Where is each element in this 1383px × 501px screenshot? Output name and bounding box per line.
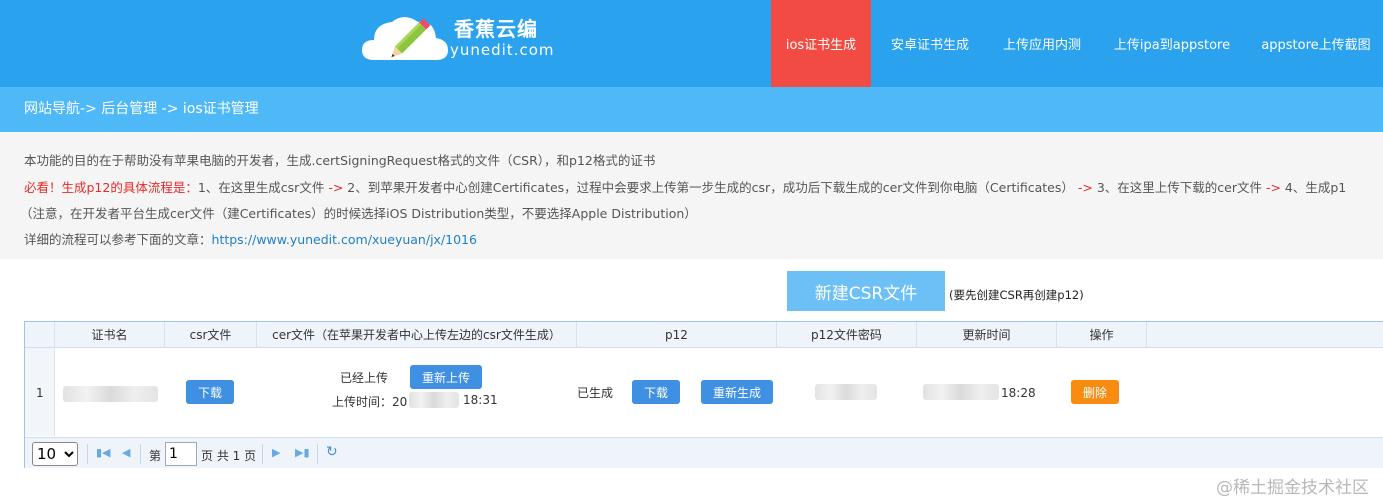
next-page-icon[interactable]: ▶ (272, 446, 280, 459)
reference-link[interactable]: https://www.yunedit.com/xueyuan/jx/1016 (212, 232, 477, 247)
first-page-icon[interactable]: ▮◀ (96, 446, 111, 459)
page-size-select[interactable]: 10 (32, 442, 78, 466)
new-csr-note: (要先创建CSR再创建p12) (949, 288, 1084, 302)
page-total: 页 共 1 页 (201, 449, 257, 463)
cer-upload-time: 上传时间：20 (332, 393, 407, 410)
nav-android-cert[interactable]: 安卓证书生成 (880, 0, 980, 87)
info-panel: 本功能的目的在于帮助没有苹果电脑的开发者，生成.certSigningReque… (0, 132, 1383, 259)
header-cert-name: 证书名 (55, 322, 165, 348)
pager-divider (317, 444, 318, 464)
header-cer-file: cer文件（在苹果开发者中心上传左边的csr文件生成） (257, 322, 577, 348)
cer-upload-time-prefix: 20 (392, 395, 408, 409)
row-number: 1 (36, 386, 44, 400)
p12-status: 已生成 (577, 386, 614, 400)
info-steps: 必看！生成p12的具体流程是：1、在这里生成csr文件 -> 2、到苹果开发者中… (24, 177, 1346, 196)
pager-divider (140, 444, 141, 464)
new-csr-button[interactable]: 新建CSR文件 (787, 271, 945, 311)
header-update-time: 更新时间 (917, 322, 1057, 348)
p12-download-button[interactable]: 下载 (632, 380, 680, 404)
cer-reupload-button[interactable]: 重新上传 (410, 365, 482, 389)
nav-upload-beta[interactable]: 上传应用内测 (992, 0, 1092, 87)
top-header: 香蕉云编 yunedit.com ios证书生成 安卓证书生成 上传应用内测 上… (0, 0, 1383, 87)
p12-password-redacted (815, 384, 877, 400)
cloud-pencil-icon (362, 17, 448, 60)
nav-ios-cert[interactable]: ios证书生成 (771, 0, 871, 87)
info-purpose: 本功能的目的在于帮助没有苹果电脑的开发者，生成.certSigningReque… (24, 153, 656, 168)
info-step-1: 1、在这里生成csr文件 (197, 180, 325, 195)
info-reference-label: 详细的流程可以参考下面的文章： (24, 232, 212, 247)
header-p12: p12 (577, 322, 777, 348)
delete-button[interactable]: 删除 (1071, 380, 1119, 404)
cer-status: 已经上传 (340, 371, 389, 385)
pagination-bar: 10 ▮◀ ◀ 第 页 共 1 页 ▶ ▶▮ ↻ (25, 437, 1383, 468)
table-header: 证书名 csr文件 cer文件（在苹果开发者中心上传左边的csr文件生成） p1… (25, 322, 1383, 348)
info-step-2: 2、到苹果开发者中心创建Certificates，过程中会要求上传第一步生成的c… (347, 180, 1074, 195)
update-time-suffix: 18:28 (1001, 386, 1036, 400)
pager-divider (262, 444, 263, 464)
breadcrumb: 网站导航-> 后台管理 -> ios证书管理 (0, 87, 1383, 132)
arrow-1: -> (328, 180, 344, 195)
csr-download-button[interactable]: 下载 (186, 380, 234, 404)
info-step-4: 4、生成p1 (1284, 180, 1347, 195)
info-reference: 详细的流程可以参考下面的文章：https://www.yunedit.com/x… (24, 229, 477, 248)
header-csr-file: csr文件 (165, 322, 257, 348)
site-logo[interactable]: 香蕉云编 yunedit.com (360, 8, 560, 68)
cer-upload-date-redacted (409, 392, 459, 408)
logo-domain: yunedit.com (450, 41, 555, 59)
watermark: @稀土掘金技术社区 (1216, 478, 1369, 498)
page-number-input[interactable] (165, 442, 197, 466)
update-date-redacted (923, 384, 999, 400)
info-note: （注意，在开发者平台生成cer文件（建Certificates）的时候选择iOS… (20, 206, 697, 221)
arrow-2: -> (1077, 180, 1093, 195)
last-page-icon[interactable]: ▶▮ (295, 446, 310, 459)
prev-page-icon[interactable]: ◀ (122, 446, 130, 459)
p12-regenerate-button[interactable]: 重新生成 (701, 380, 773, 404)
nav-appstore-screenshots[interactable]: appstore上传截图 (1252, 0, 1380, 87)
pager-divider (87, 444, 88, 464)
info-step-3: 3、在这里上传下载的cer文件 (1096, 180, 1262, 195)
logo-title: 香蕉云编 (454, 17, 538, 41)
header-p12-password: p12文件密码 (777, 322, 917, 348)
header-rownum (25, 322, 55, 348)
page-label: 第 (149, 449, 162, 463)
arrow-3: -> (1265, 180, 1281, 195)
nav-upload-ipa[interactable]: 上传ipa到appstore (1104, 0, 1240, 87)
cer-upload-time-label: 上传时间： (332, 395, 393, 409)
cert-name-redacted (63, 386, 158, 402)
refresh-icon[interactable]: ↻ (326, 444, 338, 460)
cer-upload-time-suffix: 18:31 (463, 393, 498, 407)
info-steps-title: 必看！生成p12的具体流程是： (24, 180, 198, 195)
header-actions: 操作 (1057, 322, 1147, 348)
cert-table: 证书名 csr文件 cer文件（在苹果开发者中心上传左边的csr文件生成） p1… (24, 321, 1383, 468)
